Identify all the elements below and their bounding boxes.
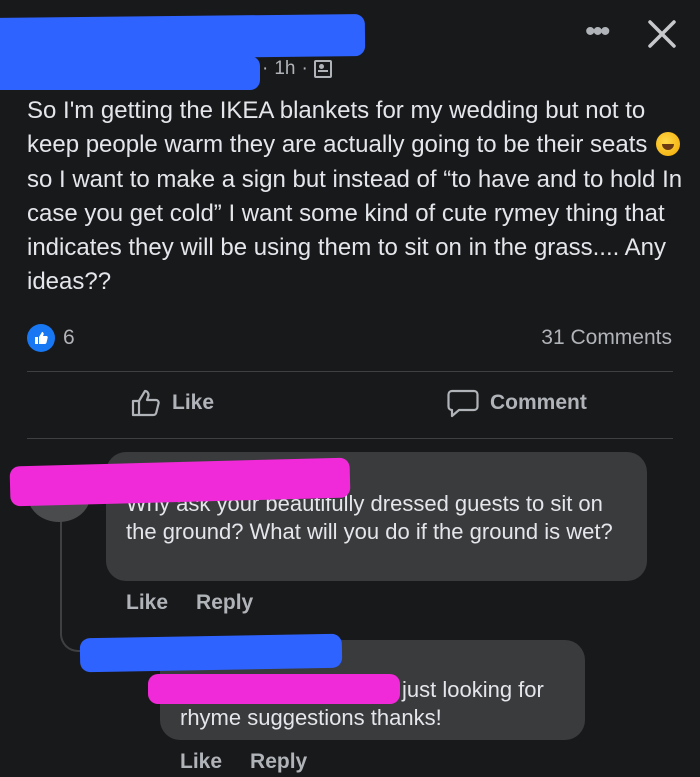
reply-reply-button[interactable]: Reply — [250, 750, 307, 774]
comment-bubble-icon — [447, 389, 479, 418]
post-separator: · — [262, 58, 269, 79]
comment-count-link[interactable]: 31 Comments — [541, 326, 672, 350]
comment-like-button[interactable]: Like — [126, 591, 168, 615]
comment-button[interactable]: Comment — [446, 388, 587, 418]
redacted-group-name — [0, 56, 260, 90]
post-body: So I'm getting the IKEA blankets for my … — [27, 94, 687, 300]
post-meta: · 1h · — [262, 58, 332, 80]
comment-actions: Like Reply — [126, 591, 253, 615]
comment-button-label: Comment — [490, 391, 587, 414]
redacted-author-name — [0, 14, 366, 60]
like-reaction-icon — [27, 324, 55, 352]
comment-reply-button[interactable]: Reply — [196, 591, 253, 615]
post-text-part-1: So I'm getting the IKEA blankets for my … — [27, 97, 648, 159]
like-button[interactable]: Like — [130, 388, 214, 418]
divider-bottom — [27, 438, 673, 439]
reaction-count: 6 — [63, 326, 75, 349]
group-privacy-icon — [313, 60, 332, 78]
post-text-part-2: so I want to make a sign but instead of … — [27, 165, 683, 296]
close-icon[interactable] — [642, 14, 682, 54]
redacted-replier-name — [79, 633, 343, 673]
rolling-on-floor-laughing-emoji-icon — [656, 132, 681, 157]
like-button-label: Like — [172, 391, 215, 414]
reply-thread-line — [60, 520, 102, 652]
post-time[interactable]: 1h — [274, 58, 295, 80]
redacted-mention — [148, 674, 400, 704]
reply-like-button[interactable]: Like — [180, 750, 222, 774]
thumbs-up-icon — [131, 389, 160, 417]
reply-actions: Like Reply — [180, 750, 307, 774]
divider-top — [27, 371, 673, 372]
reaction-summary[interactable]: 6 — [27, 324, 75, 352]
post-separator-2: · — [301, 58, 308, 79]
more-options-icon[interactable]: ••• — [585, 17, 610, 47]
